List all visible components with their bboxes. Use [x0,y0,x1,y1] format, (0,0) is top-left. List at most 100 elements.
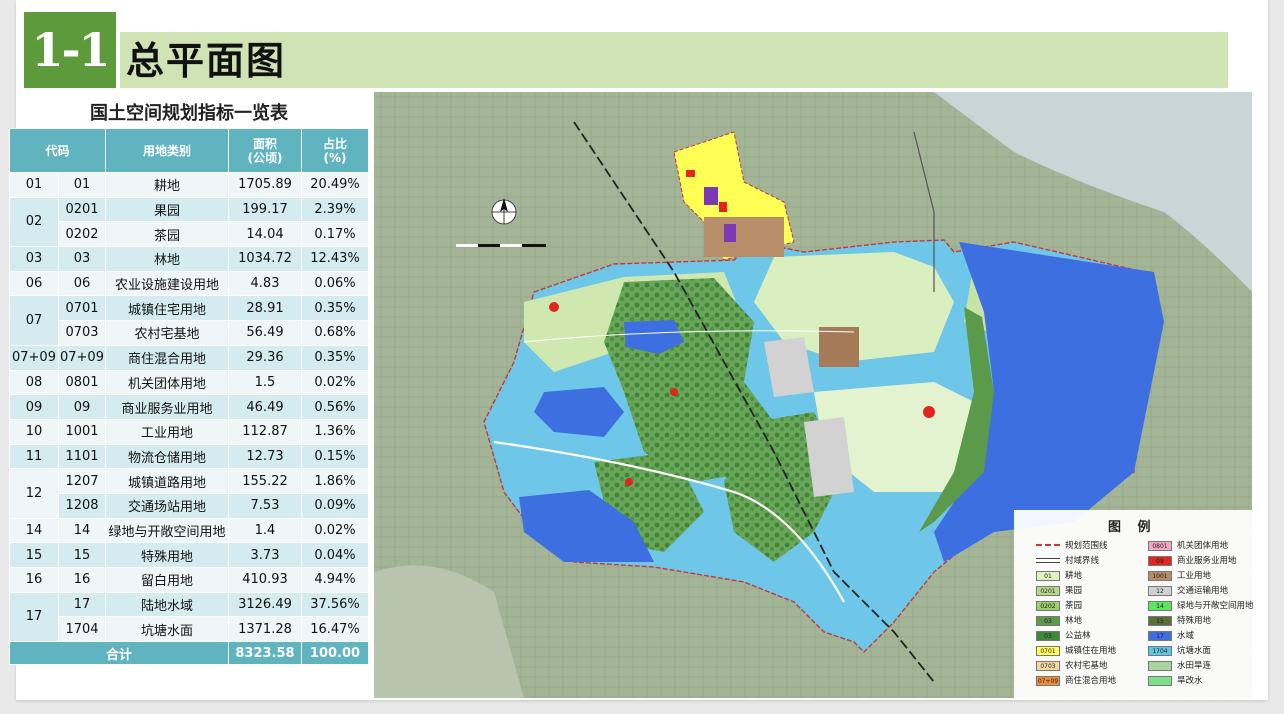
legend-item: 0703 农村宅基地 [1036,660,1108,673]
legend-swatch: 07+09 [1036,675,1060,686]
cell-name: 农村宅基地 [105,320,229,346]
legend-swatch: 01 [1036,570,1060,581]
legend-item: 0202 茶园 [1036,600,1082,613]
cell-group: 06 [9,270,59,297]
legend-label: 规划范围线 [1065,541,1108,551]
cell-name: 城镇道路用地 [105,468,229,494]
cell-group: 02 [9,196,59,248]
table-row: 12 1207 城镇道路用地 155.22 1.86% [9,468,369,519]
section-number: 1-1 [24,12,116,88]
cell-area: 199.17 [228,196,302,223]
cell-ratio: 1.86% [301,468,369,494]
cell-name: 特殊用地 [105,542,229,568]
table-row: 14 14 绿地与开敞空间用地 1.4 0.02% [9,517,369,544]
cell-name: 林地 [105,246,229,272]
cell-name: 机关团体用地 [105,369,229,396]
legend-label: 水域 [1177,631,1195,641]
legend-label: 旱改水 [1177,676,1203,686]
table-row: 0703 农村宅基地 56.49 0.68% [10,320,369,346]
legend-label: 耕地 [1065,571,1083,581]
legend-label: 工业用地 [1177,571,1212,581]
legend-label: 村域界线 [1065,556,1100,566]
scale-bar [456,244,546,247]
total-area: 8323.58 [228,641,302,666]
table-row: 1704 坑塘水面 1371.28 16.47% [10,616,369,643]
table-row: 10 1001 工业用地 112.87 1.36% [9,418,369,445]
commercial-block-a [719,202,727,212]
cell-area: 1371.28 [228,616,302,643]
cell-name: 茶园 [105,221,229,248]
cell-name: 商业服务业用地 [105,394,229,420]
legend-label: 农村宅基地 [1065,661,1108,671]
legend-item: 0801 机关团体用地 [1148,540,1228,553]
cell-name: 耕地 [105,172,229,198]
legend-label: 特殊用地 [1177,616,1212,626]
title-bar [120,32,1228,88]
legend-item: 01 耕地 [1036,570,1082,583]
cell-area: 14.04 [228,221,302,248]
legend-swatch [1036,543,1060,548]
legend-item: 0201 果园 [1036,585,1082,598]
legend-label: 商业服务业用地 [1177,556,1237,566]
master-plan-map [374,92,1252,698]
cell-ratio: 0.04% [301,542,369,568]
legend-swatch [1148,660,1172,671]
cell-ratio: 0.09% [301,492,369,519]
cell-name: 农业设施建设用地 [105,270,229,297]
legend-label: 林地 [1065,616,1083,626]
header-ratio: 占比 (%) [301,128,369,173]
legend-label: 城镇住在用地 [1065,646,1117,656]
cell-name: 工业用地 [105,418,229,445]
table-row: 07 0701 城镇住宅用地 28.91 0.35% [9,295,369,346]
legend-label: 茶园 [1065,601,1083,611]
cell-code: 09 [58,394,106,420]
industrial-block [704,217,784,257]
cell-code: 0703 [58,320,106,346]
legend-label: 坑塘水面 [1177,646,1212,656]
cell-area: 1034.72 [228,246,302,272]
cell-area: 1.5 [228,369,302,396]
table-row: 15 15 特殊用地 3.73 0.04% [9,542,369,568]
cell-area: 112.87 [228,418,302,445]
cell-name: 城镇住宅用地 [105,295,229,322]
cell-code: 1101 [58,443,106,470]
legend-swatch: 17 [1148,630,1172,641]
cell-code: 0201 [58,196,106,223]
cell-group: 14 [9,517,59,544]
legend-swatch: 0801 [1148,540,1172,551]
legend-swatch [1148,675,1172,686]
legend-item: 15 特殊用地 [1148,615,1211,628]
cell-name: 陆地水域 [105,591,229,618]
legend-item: 17 水域 [1148,630,1194,643]
cell-code: 15 [58,542,106,568]
cell-code: 1208 [58,492,106,519]
table-row: 01 01 耕地 1705.89 20.49% [9,172,369,198]
cell-group: 08 [9,369,59,396]
total-ratio: 100.00 [301,641,369,666]
legend-label: 公益林 [1065,631,1091,641]
table-title: 国土空间规划指标一览表 [90,103,288,124]
cell-ratio: 37.56% [301,591,369,618]
cell-name: 绿地与开敞空间用地 [105,517,229,544]
cell-area: 410.93 [228,567,302,593]
commercial-spot-c [670,388,678,396]
legend-item: 12 交通运输用地 [1148,585,1228,598]
cell-area: 12.73 [228,443,302,470]
legend-label: 机关团体用地 [1177,541,1229,551]
cell-group: 07+09 [9,344,59,371]
table-row: 06 06 农业设施建设用地 4.83 0.06% [9,270,369,297]
cell-group: 03 [9,246,59,272]
cell-name: 物流仓储用地 [105,443,229,470]
cell-group: 11 [9,443,59,470]
cell-area: 4.83 [228,270,302,297]
cell-area: 3.73 [228,542,302,568]
table-body: 01 01 耕地 1705.89 20.49% 02 0201 果园 199.17 2.39% 02… [9,172,369,643]
cell-ratio: 12.43% [301,246,369,272]
industrial-plot [819,327,859,367]
cell-code: 1704 [58,616,106,643]
cell-area: 29.36 [228,344,302,371]
legend-item: 1704 坑塘水面 [1148,645,1211,658]
header-area: 面积 (公顷) [228,128,302,173]
cell-ratio: 20.49% [301,172,369,198]
legend-label: 交通运输用地 [1177,586,1229,596]
